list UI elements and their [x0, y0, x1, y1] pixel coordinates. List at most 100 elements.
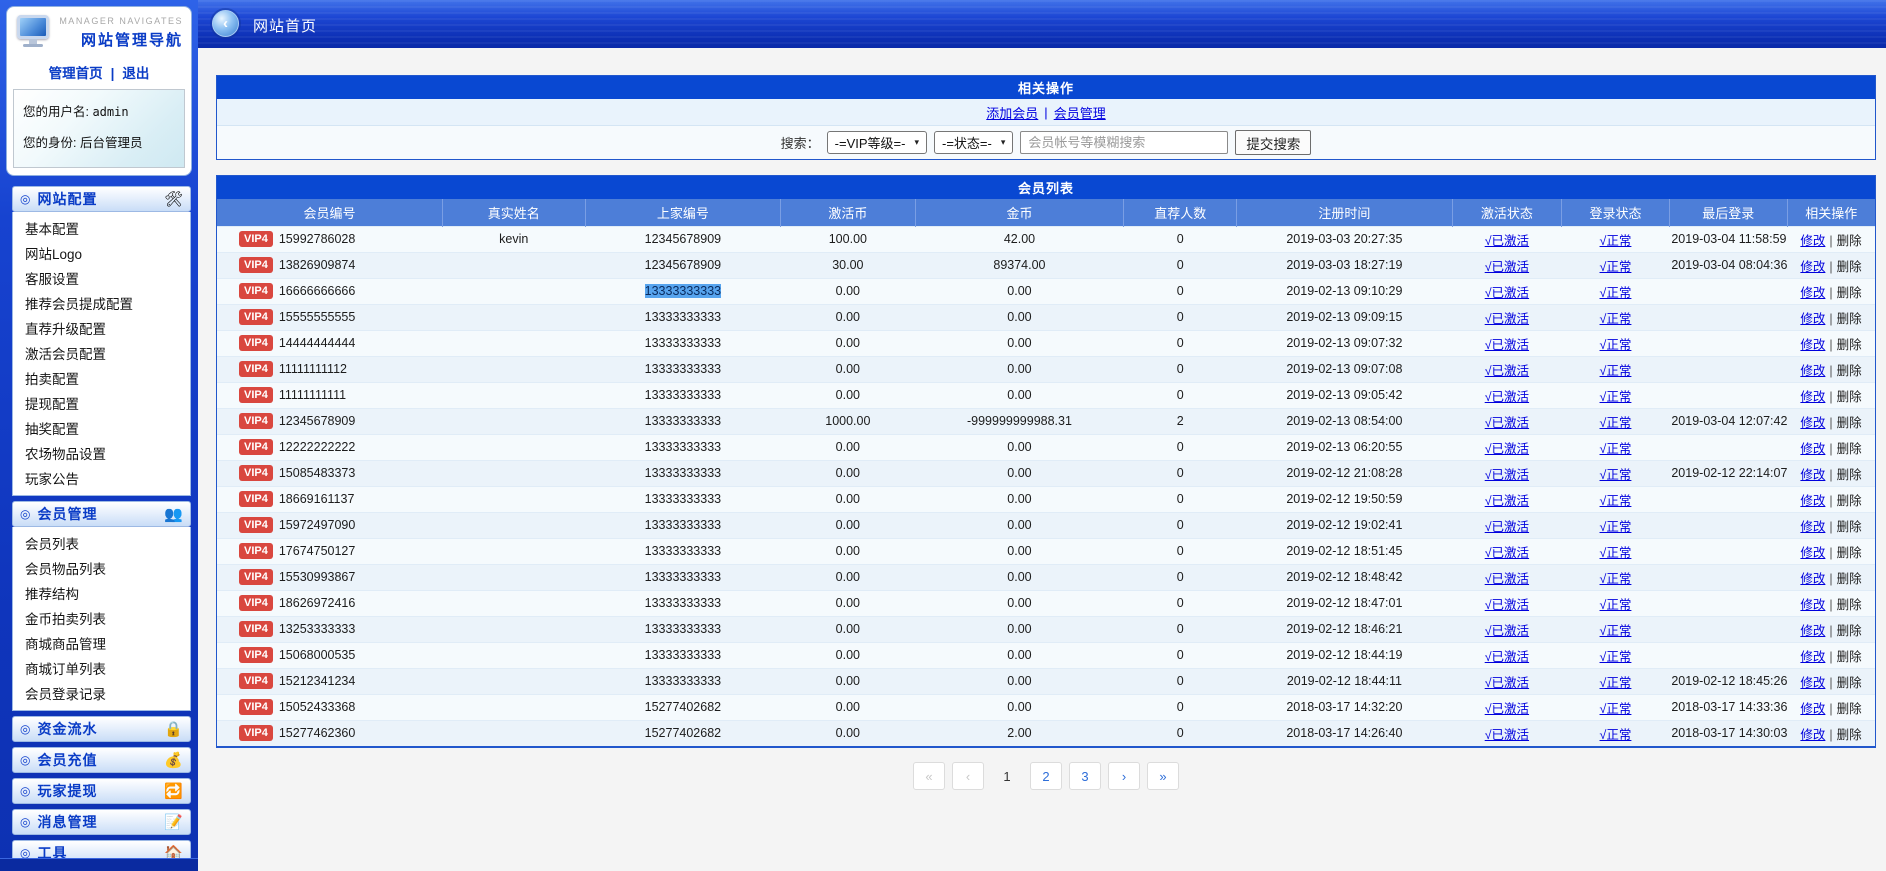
delete-link[interactable]: 删除: [1837, 624, 1862, 638]
login-status-link[interactable]: √正常: [1600, 572, 1632, 586]
sidebar-item[interactable]: 商城商品管理: [13, 630, 190, 655]
login-status-link[interactable]: √正常: [1600, 728, 1632, 742]
activation-status-link[interactable]: √已激活: [1485, 468, 1529, 482]
sidebar-item[interactable]: 农场物品设置: [13, 440, 190, 465]
delete-link[interactable]: 删除: [1837, 234, 1862, 248]
edit-link[interactable]: 修改: [1800, 468, 1825, 482]
activation-status-link[interactable]: √已激活: [1485, 572, 1529, 586]
delete-link[interactable]: 删除: [1837, 442, 1862, 456]
edit-link[interactable]: 修改: [1800, 338, 1825, 352]
sidebar-item[interactable]: 推荐会员提成配置: [13, 290, 190, 315]
search-input[interactable]: [1020, 131, 1229, 154]
pagination-page-3[interactable]: 3: [1069, 762, 1101, 790]
edit-link[interactable]: 修改: [1800, 416, 1825, 430]
login-status-link[interactable]: √正常: [1600, 442, 1632, 456]
pagination-next[interactable]: ›: [1108, 762, 1140, 790]
submit-search-button[interactable]: 提交搜索: [1235, 130, 1312, 155]
login-status-link[interactable]: √正常: [1600, 520, 1632, 534]
sidebar-item[interactable]: 直荐升级配置: [13, 315, 190, 340]
delete-link[interactable]: 删除: [1837, 546, 1862, 560]
delete-link[interactable]: 删除: [1837, 598, 1862, 612]
edit-link[interactable]: 修改: [1800, 676, 1825, 690]
sidebar-item[interactable]: 会员物品列表: [13, 555, 190, 580]
login-status-link[interactable]: √正常: [1600, 364, 1632, 378]
activation-status-link[interactable]: √已激活: [1485, 624, 1529, 638]
login-status-link[interactable]: √正常: [1600, 494, 1632, 508]
edit-link[interactable]: 修改: [1800, 650, 1825, 664]
edit-link[interactable]: 修改: [1800, 364, 1825, 378]
delete-link[interactable]: 删除: [1837, 702, 1862, 716]
pagination-last[interactable]: »: [1147, 762, 1179, 790]
sidebar-section-header[interactable]: ◎ 资金流水 🔒: [12, 716, 191, 742]
edit-link[interactable]: 修改: [1800, 728, 1825, 742]
activation-status-link[interactable]: √已激活: [1485, 286, 1529, 300]
sidebar-item[interactable]: 金币拍卖列表: [13, 605, 190, 630]
sidebar-item[interactable]: 推荐结构: [13, 580, 190, 605]
edit-link[interactable]: 修改: [1800, 286, 1825, 300]
activation-status-link[interactable]: √已激活: [1485, 234, 1529, 248]
member-manage-link[interactable]: 会员管理: [1054, 103, 1106, 122]
activation-status-link[interactable]: √已激活: [1485, 312, 1529, 326]
sidebar-item[interactable]: 客服设置: [13, 265, 190, 290]
edit-link[interactable]: 修改: [1800, 546, 1825, 560]
add-member-link[interactable]: 添加会员: [986, 103, 1038, 122]
activation-status-link[interactable]: √已激活: [1485, 364, 1529, 378]
edit-link[interactable]: 修改: [1800, 312, 1825, 326]
edit-link[interactable]: 修改: [1800, 234, 1825, 248]
login-status-link[interactable]: √正常: [1600, 338, 1632, 352]
login-status-link[interactable]: √正常: [1600, 234, 1632, 248]
activation-status-link[interactable]: √已激活: [1485, 494, 1529, 508]
delete-link[interactable]: 删除: [1837, 364, 1862, 378]
activation-status-link[interactable]: √已激活: [1485, 416, 1529, 430]
delete-link[interactable]: 删除: [1837, 520, 1862, 534]
login-status-link[interactable]: √正常: [1600, 416, 1632, 430]
delete-link[interactable]: 删除: [1837, 338, 1862, 352]
delete-link[interactable]: 删除: [1837, 572, 1862, 586]
delete-link[interactable]: 删除: [1837, 416, 1862, 430]
activation-status-link[interactable]: √已激活: [1485, 650, 1529, 664]
activation-status-link[interactable]: √已激活: [1485, 520, 1529, 534]
sidebar-section-header[interactable]: ◎ 消息管理 📝: [12, 809, 191, 835]
edit-link[interactable]: 修改: [1800, 442, 1825, 456]
sidebar-item[interactable]: 抽奖配置: [13, 415, 190, 440]
login-status-link[interactable]: √正常: [1600, 650, 1632, 664]
status-select[interactable]: -=状态=- ▾: [933, 131, 1014, 154]
sidebar-item[interactable]: 基本配置: [13, 215, 190, 240]
sidebar-item[interactable]: 激活会员配置: [13, 340, 190, 365]
back-button[interactable]: ‹: [212, 10, 239, 37]
activation-status-link[interactable]: √已激活: [1485, 442, 1529, 456]
edit-link[interactable]: 修改: [1800, 572, 1825, 586]
activation-status-link[interactable]: √已激活: [1485, 546, 1529, 560]
sidebar-item[interactable]: 会员列表: [13, 530, 190, 555]
logout-link[interactable]: 退出: [122, 66, 149, 81]
login-status-link[interactable]: √正常: [1600, 312, 1632, 326]
delete-link[interactable]: 删除: [1837, 468, 1862, 482]
login-status-link[interactable]: √正常: [1600, 676, 1632, 690]
activation-status-link[interactable]: √已激活: [1485, 338, 1529, 352]
sidebar-item[interactable]: 拍卖配置: [13, 365, 190, 390]
activation-status-link[interactable]: √已激活: [1485, 728, 1529, 742]
delete-link[interactable]: 删除: [1837, 650, 1862, 664]
pagination-prev[interactable]: ‹: [952, 762, 984, 790]
login-status-link[interactable]: √正常: [1600, 624, 1632, 638]
delete-link[interactable]: 删除: [1837, 286, 1862, 300]
delete-link[interactable]: 删除: [1837, 494, 1862, 508]
delete-link[interactable]: 删除: [1837, 260, 1862, 274]
login-status-link[interactable]: √正常: [1600, 286, 1632, 300]
login-status-link[interactable]: √正常: [1600, 598, 1632, 612]
activation-status-link[interactable]: √已激活: [1485, 390, 1529, 404]
sidebar-item[interactable]: 会员登录记录: [13, 680, 190, 705]
login-status-link[interactable]: √正常: [1600, 390, 1632, 404]
sidebar-section-header[interactable]: ◎ 玩家提现 🔁: [12, 778, 191, 804]
sidebar-item[interactable]: 网站Logo: [13, 240, 190, 265]
login-status-link[interactable]: √正常: [1600, 546, 1632, 560]
login-status-link[interactable]: √正常: [1600, 702, 1632, 716]
edit-link[interactable]: 修改: [1800, 390, 1825, 404]
sidebar-section-header[interactable]: ◎ 网站配置 🛠: [12, 186, 191, 212]
sidebar-section-header[interactable]: ◎ 会员管理 👥: [12, 501, 191, 527]
pagination-first[interactable]: «: [913, 762, 945, 790]
activation-status-link[interactable]: √已激活: [1485, 598, 1529, 612]
edit-link[interactable]: 修改: [1800, 520, 1825, 534]
edit-link[interactable]: 修改: [1800, 494, 1825, 508]
activation-status-link[interactable]: √已激活: [1485, 260, 1529, 274]
